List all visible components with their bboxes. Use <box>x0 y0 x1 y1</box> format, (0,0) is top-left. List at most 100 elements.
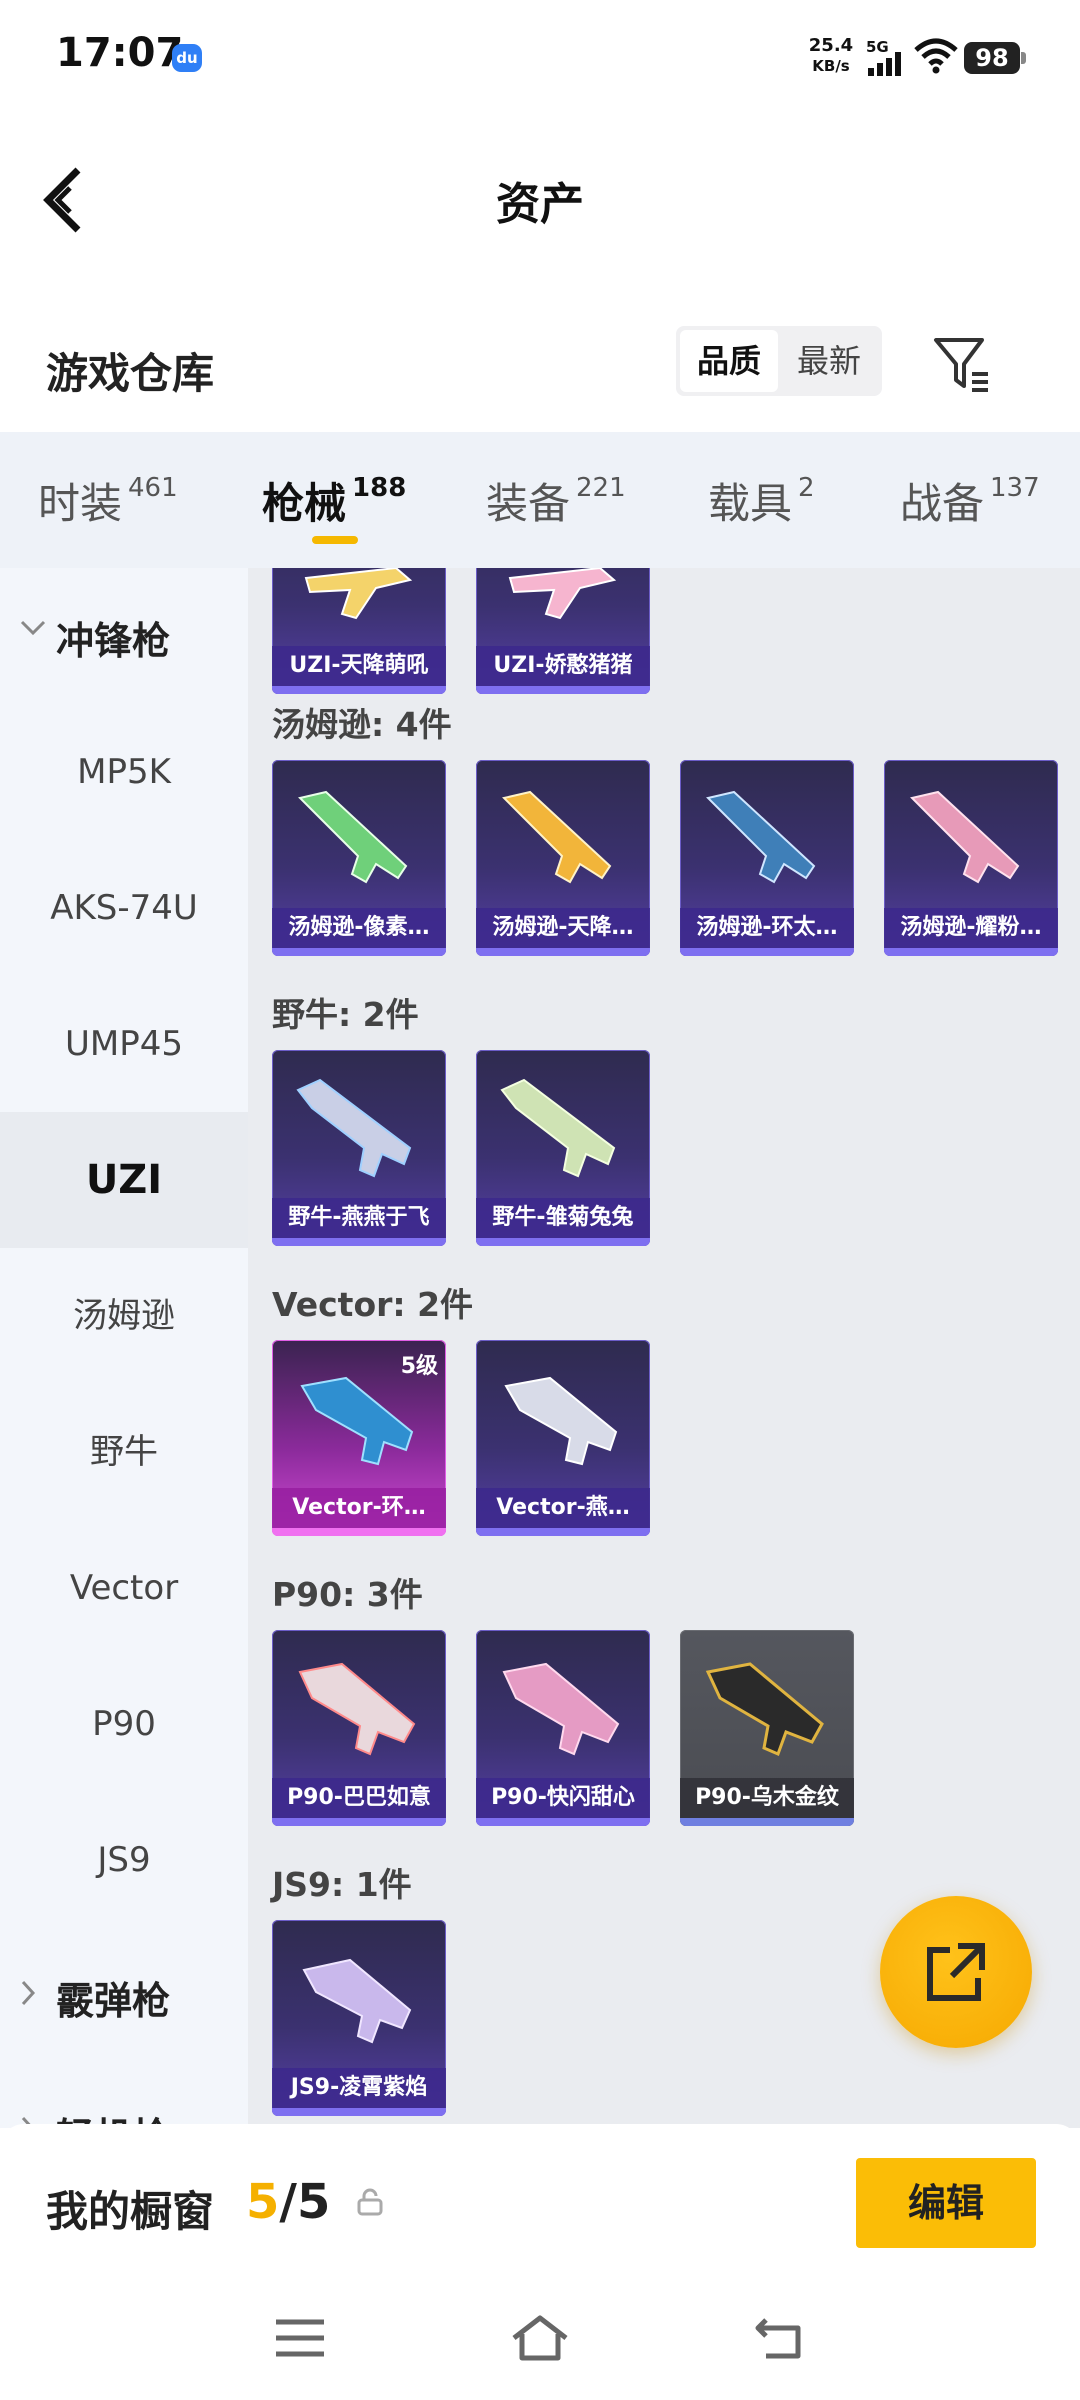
sort-newest-option[interactable]: 最新 <box>780 330 878 392</box>
uzi-skin-icon <box>508 568 617 620</box>
weapon-name: 汤姆逊-天降… <box>476 908 650 948</box>
tab-label: 枪械 <box>262 479 347 528</box>
section-title-js9: JS9: 1件 <box>272 1865 412 1904</box>
level-badge: 5级 <box>400 1354 438 1379</box>
weapon-grid: UZI-天降萌吼 UZI-娇憨猪猪 汤姆逊: 4件 汤姆逊-像素… 汤姆逊-天降… <box>248 568 1080 2128</box>
weapon-name: Vector-燕… <box>476 1488 650 1528</box>
rarity-bar <box>884 948 1058 956</box>
tab-vehicles[interactable]: 载具 2 <box>708 470 815 531</box>
weapon-card[interactable]: 汤姆逊-天降… <box>476 760 650 956</box>
bizon-skin-icon <box>296 1078 412 1178</box>
tab-label: 战备 <box>900 479 985 528</box>
edit-button[interactable]: 编辑 <box>856 2158 1036 2248</box>
rarity-bar <box>476 1528 650 1536</box>
net-speed: 25.4 KB/s <box>806 36 856 76</box>
sidebar-item-vector[interactable]: Vector <box>0 1520 248 1656</box>
weapon-type-sidebar: 冲锋枪 MP5K AKS-74U UMP45 UZI 汤姆逊 野牛 Vector… <box>0 568 248 2128</box>
header: 资产 <box>0 110 1080 280</box>
chevron-down-icon <box>20 620 46 636</box>
tab-equipment[interactable]: 装备 221 <box>486 470 626 531</box>
sidebar-item-mp5k[interactable]: MP5K <box>0 704 248 840</box>
chevron-right-icon <box>21 1980 36 2006</box>
net-speed-unit: KB/s <box>812 57 850 75</box>
showcase-count: 5/5 <box>246 2174 330 2230</box>
rarity-bar <box>680 948 854 956</box>
battery-tip <box>1021 52 1026 64</box>
weapon-name: P90-乌木金纹 <box>680 1778 854 1818</box>
rarity-bar <box>272 1528 446 1536</box>
rarity-bar <box>272 1238 446 1246</box>
weapon-card[interactable]: 汤姆逊-环太… <box>680 760 854 956</box>
tab-count: 2 <box>798 473 815 503</box>
assets-screen: 17:07 du 25.4 KB/s 5G 98 资产 游戏仓库 品质 最新 时… <box>0 0 1080 2400</box>
category-tabs: 时装 461 枪械 188 装备 221 载具 2 战备 137 <box>0 432 1080 568</box>
weapon-name: P90-巴巴如意 <box>272 1778 446 1818</box>
sidebar-group-lmg[interactable]: 轻机枪 <box>0 2064 248 2128</box>
menu-icon[interactable] <box>272 2312 328 2364</box>
tab-label: 时装 <box>38 479 123 528</box>
sidebar-item-thompson[interactable]: 汤姆逊 <box>0 1248 248 1384</box>
p90-skin-icon <box>705 1662 824 1757</box>
sidebar-item-p90[interactable]: P90 <box>0 1656 248 1792</box>
p90-skin-icon <box>502 1662 620 1756</box>
weapon-card[interactable]: P90-快闪甜心 <box>476 1630 650 1826</box>
sidebar-item-aks74u[interactable]: AKS-74U <box>0 840 248 976</box>
net-speed-value: 25.4 <box>808 35 854 56</box>
sidebar-group-label: 霰弹枪 <box>56 1979 171 2023</box>
weapon-card[interactable]: P90-巴巴如意 <box>272 1630 446 1826</box>
sidebar-item-js9[interactable]: JS9 <box>0 1792 248 1928</box>
rarity-bar <box>680 1818 854 1826</box>
weapon-name: UZI-天降萌吼 <box>272 646 446 686</box>
weapon-card[interactable]: 野牛-雏菊兔兔 <box>476 1050 650 1246</box>
tab-battle-gear[interactable]: 战备 137 <box>900 470 1040 531</box>
sidebar-group-smg[interactable]: 冲锋枪 <box>0 568 248 704</box>
page-title: 资产 <box>496 179 584 230</box>
weapon-card[interactable]: 汤姆逊-像素… <box>272 760 446 956</box>
thompson-skin-icon <box>298 790 408 884</box>
back-icon[interactable] <box>752 2312 808 2364</box>
weapon-card[interactable]: JS9-凌霄紫焰 <box>272 1920 446 2116</box>
wifi-icon <box>914 38 958 74</box>
weapon-card[interactable]: Vector-燕… <box>476 1340 650 1536</box>
tab-count: 461 <box>128 473 178 503</box>
filter-icon[interactable] <box>930 332 994 396</box>
weapon-card[interactable]: 5级 Vector-环… <box>272 1340 446 1536</box>
sort-quality-option[interactable]: 品质 <box>680 330 778 392</box>
showcase-label: 我的橱窗 <box>46 2187 215 2236</box>
section-title-vector: Vector: 2件 <box>272 1285 474 1324</box>
thompson-skin-icon <box>910 790 1020 884</box>
sidebar-group-shotgun[interactable]: 霰弹枪 <box>0 1928 248 2064</box>
status-bar: 17:07 du 25.4 KB/s 5G 98 <box>0 0 1080 110</box>
tab-count: 188 <box>352 473 407 503</box>
rarity-bar <box>476 1818 650 1826</box>
weapon-name: 汤姆逊-环太… <box>680 908 854 948</box>
sidebar-item-bizon[interactable]: 野牛 <box>0 1384 248 1520</box>
home-icon[interactable] <box>510 2312 570 2364</box>
rarity-bar <box>476 1238 650 1246</box>
weapon-card[interactable]: UZI-娇憨猪猪 <box>476 568 650 694</box>
sidebar-item-ump45[interactable]: UMP45 <box>0 976 248 1112</box>
weapon-name: P90-快闪甜心 <box>476 1778 650 1818</box>
tab-firearms[interactable]: 枪械 188 <box>262 470 406 531</box>
active-tab-indicator <box>312 536 358 544</box>
signal-icon <box>868 52 901 76</box>
tab-label: 装备 <box>486 479 571 528</box>
warehouse-title: 游戏仓库 <box>46 349 215 398</box>
share-button[interactable] <box>880 1896 1032 2048</box>
weapon-card[interactable]: UZI-天降萌吼 <box>272 568 446 694</box>
sidebar-item-uzi[interactable]: UZI <box>0 1112 248 1248</box>
weapon-card[interactable]: 汤姆逊-耀粉… <box>884 760 1058 956</box>
rarity-bar <box>476 686 650 694</box>
tab-fashion[interactable]: 时装 461 <box>38 470 178 531</box>
showcase-bar: 我的橱窗 5/5 编辑 <box>0 2124 1080 2284</box>
weapon-card[interactable]: P90-乌木金纹 <box>680 1630 854 1826</box>
sidebar-group-label: 冲锋枪 <box>56 619 171 663</box>
tab-count: 137 <box>990 473 1040 503</box>
section-title-thompson: 汤姆逊: 4件 <box>272 705 452 744</box>
weapon-name: 汤姆逊-像素… <box>272 908 446 948</box>
uzi-skin-icon <box>304 568 413 620</box>
weapon-card[interactable]: 野牛-燕燕于飞 <box>272 1050 446 1246</box>
share-external-icon <box>927 1943 985 2001</box>
weapon-name: 野牛-燕燕于飞 <box>272 1198 446 1238</box>
weapon-name: 汤姆逊-耀粉… <box>884 908 1058 948</box>
